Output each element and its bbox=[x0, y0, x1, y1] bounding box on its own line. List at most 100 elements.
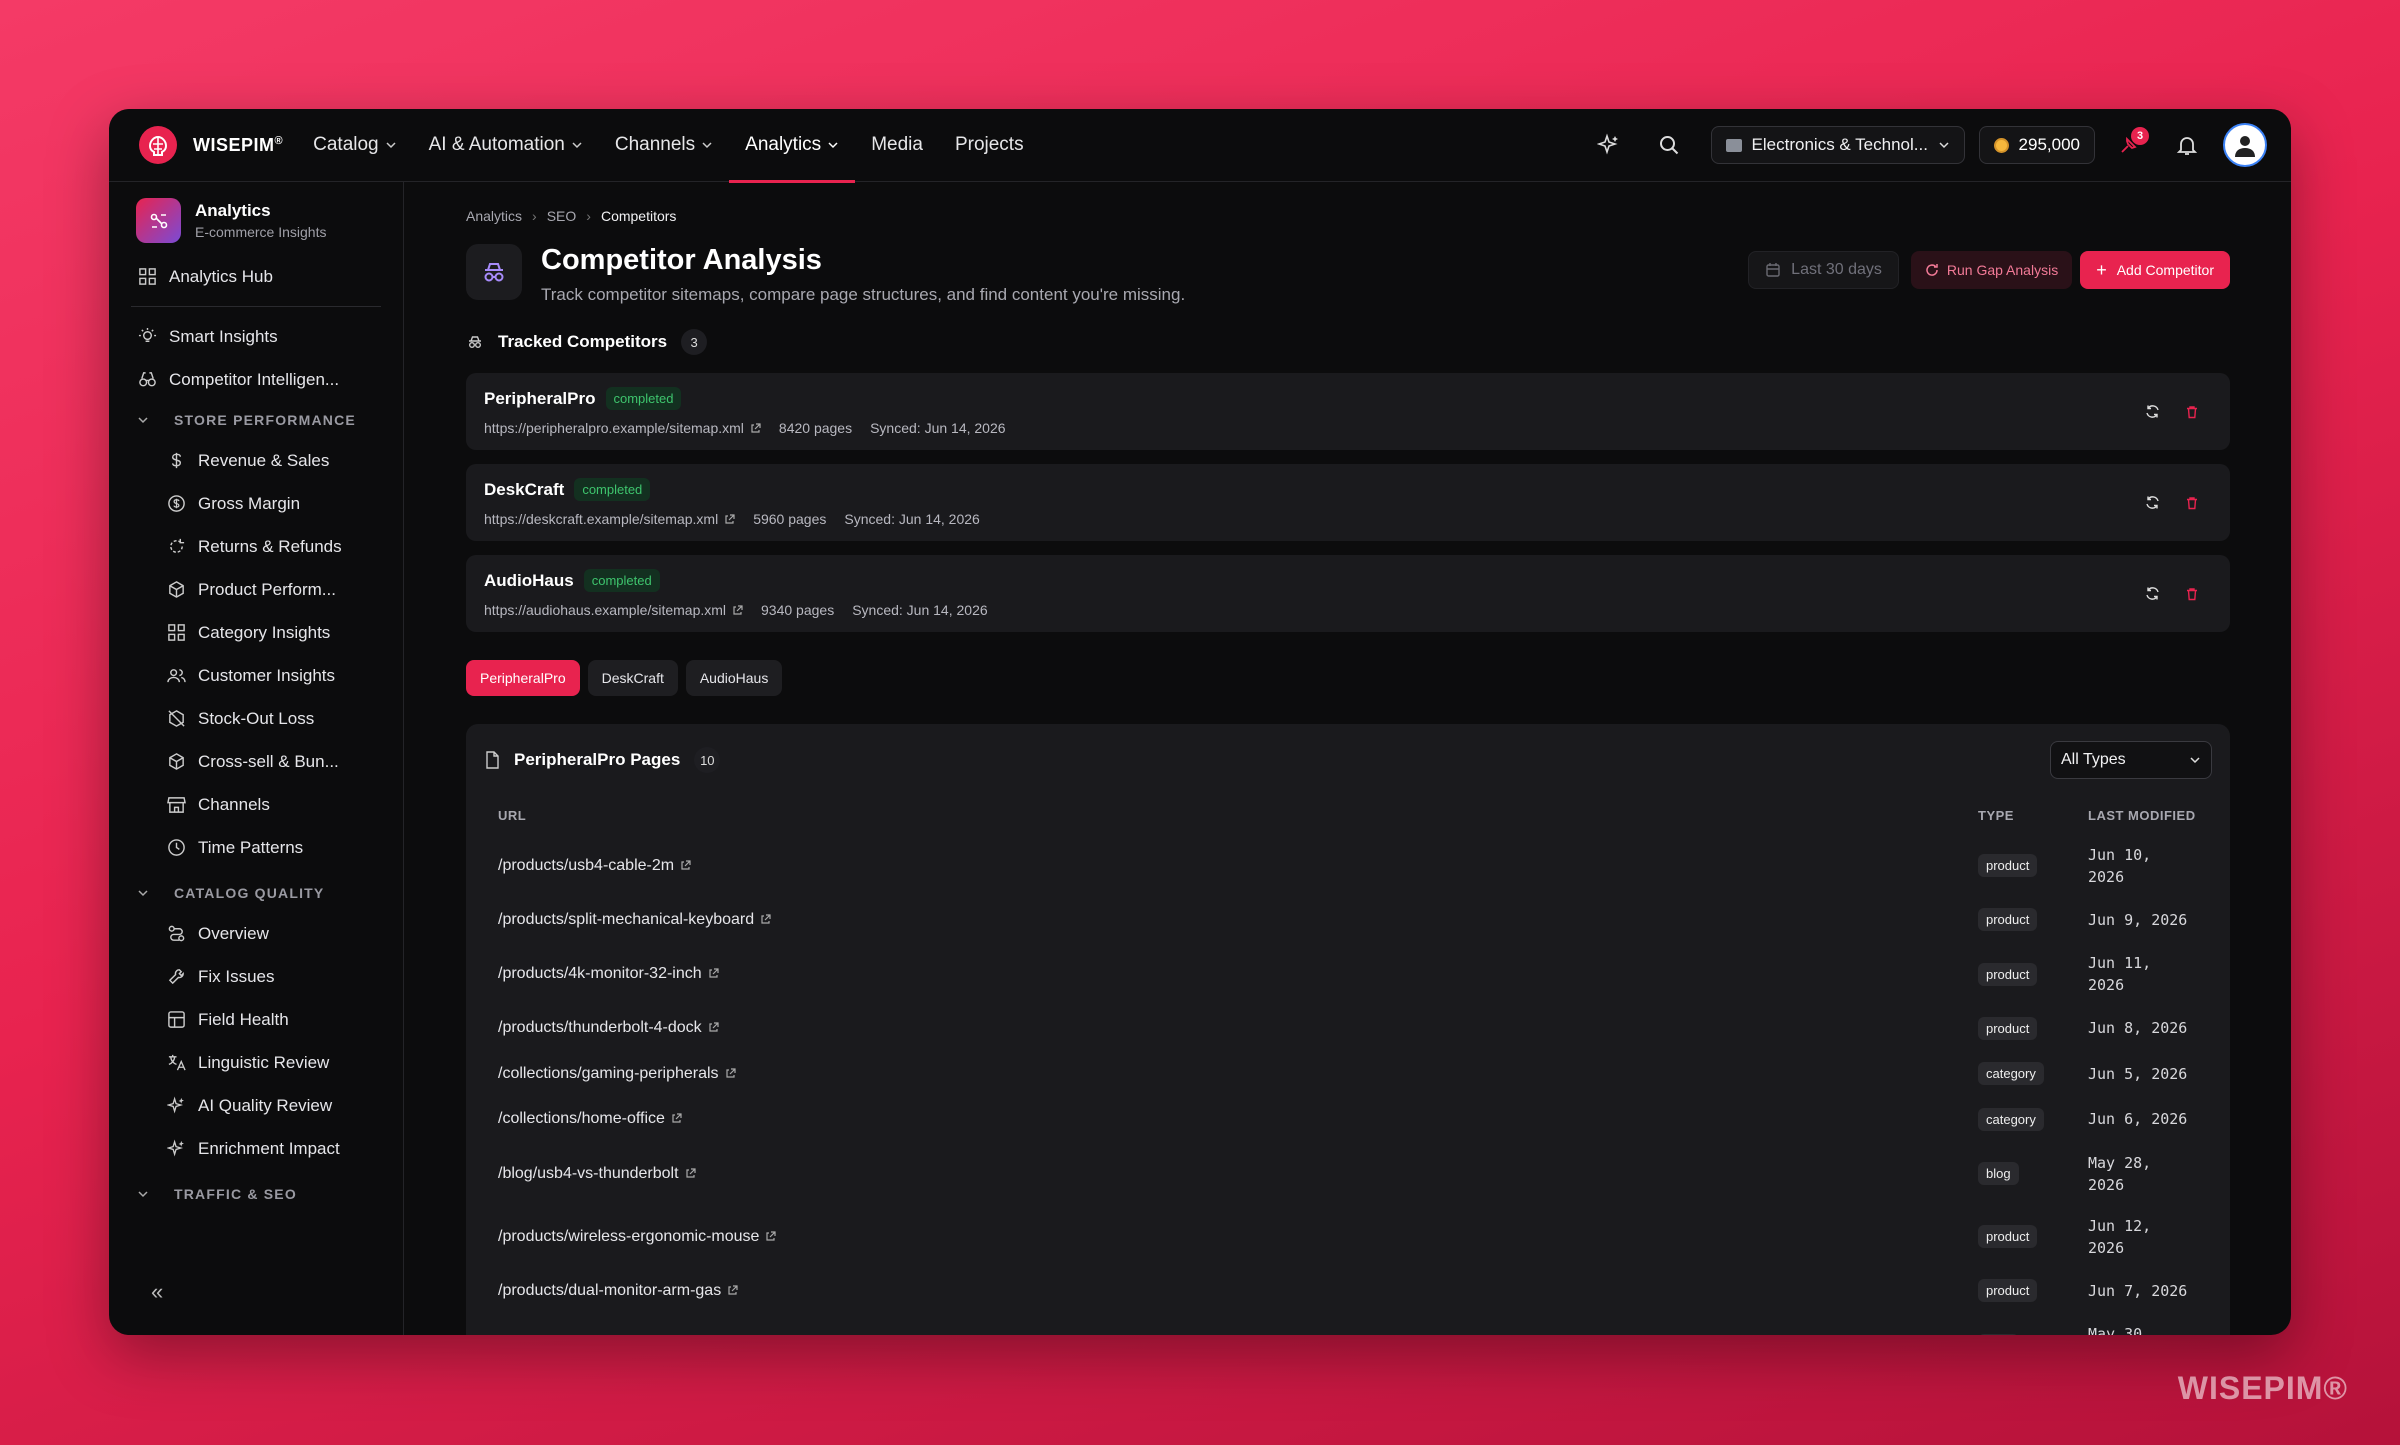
breadcrumb-analytics[interactable]: Analytics bbox=[466, 208, 522, 224]
sidebar-item-revenue-sales[interactable]: Revenue & Sales bbox=[109, 439, 403, 482]
delete-button[interactable] bbox=[2172, 392, 2212, 432]
column-header-url[interactable]: URL bbox=[466, 796, 1978, 834]
page-url[interactable]: /products/4k-monitor-32-inch bbox=[498, 965, 702, 982]
table-row[interactable]: /products/4k-monitor-32-inch product Jun 1… bbox=[466, 943, 2230, 1006]
page-url[interactable]: /products/dual-monitor-arm-gas bbox=[498, 1282, 721, 1299]
table-row[interactable]: /products/wireless-ergonomic-mouse produc… bbox=[466, 1205, 2230, 1268]
sitemap-url[interactable]: https://peripheralpro.example/sitemap.xm… bbox=[484, 420, 744, 436]
external-link-icon[interactable] bbox=[760, 914, 771, 925]
add-competitor-button[interactable]: + Add Competitor bbox=[2080, 251, 2230, 289]
external-link-icon[interactable] bbox=[725, 1068, 736, 1079]
table-row[interactable]: /products/thunderbolt-4-dock product Jun 8… bbox=[466, 1006, 2230, 1052]
sidebar-item-fix-issues[interactable]: Fix Issues bbox=[109, 955, 403, 998]
nav-channels[interactable]: Channels bbox=[599, 109, 729, 182]
type-badge: blog bbox=[1978, 1162, 2019, 1185]
ai-sparkle-button[interactable] bbox=[1589, 125, 1629, 165]
sidebar-section-store-performance[interactable]: STORE PERFORMANCE bbox=[109, 401, 403, 439]
nav-media[interactable]: Media bbox=[855, 109, 939, 182]
sidebar-item-product-performance[interactable]: Product Perform... bbox=[109, 568, 403, 611]
external-link-icon[interactable] bbox=[732, 604, 743, 616]
sidebar-subtitle: E-commerce Insights bbox=[195, 224, 327, 240]
table-row[interactable]: /products/usb4-cable-2m product Jun 10, 20… bbox=[466, 834, 2230, 897]
page-url[interactable]: /collections/home-office bbox=[498, 1110, 665, 1127]
sidebar-item-field-health[interactable]: Field Health bbox=[109, 998, 403, 1041]
sidebar-item-linguistic-review[interactable]: Linguistic Review bbox=[109, 1041, 403, 1084]
delete-button[interactable] bbox=[2172, 483, 2212, 523]
nav-catalog[interactable]: Catalog bbox=[297, 109, 413, 182]
resync-button[interactable] bbox=[2132, 574, 2172, 614]
table-row[interactable]: /blog/best-split-keyboards-2026blogMay 3… bbox=[466, 1314, 2230, 1335]
sidebar-item-customer-insights[interactable]: Customer Insights bbox=[109, 654, 403, 697]
sidebar-item-analytics-hub[interactable]: Analytics Hub bbox=[109, 255, 403, 298]
column-header-last-modified[interactable]: LAST MODIFIED bbox=[2088, 796, 2230, 834]
page-url[interactable]: /products/usb4-cable-2m bbox=[498, 857, 674, 874]
run-gap-analysis-button[interactable]: Run Gap Analysis bbox=[1910, 251, 2073, 289]
sidebar-item-ai-quality-review[interactable]: AI Quality Review bbox=[109, 1084, 403, 1127]
column-header-type[interactable]: TYPE bbox=[1978, 796, 2088, 834]
sidebar-item-returns-refunds[interactable]: Returns & Refunds bbox=[109, 525, 403, 568]
sidebar-item-time-patterns[interactable]: Time Patterns bbox=[109, 826, 403, 869]
external-link-icon[interactable] bbox=[685, 1167, 696, 1179]
date-range-button[interactable]: Last 30 days bbox=[1748, 251, 1899, 289]
tab-peripheralpro[interactable]: PeripheralPro bbox=[466, 660, 580, 696]
table-row[interactable]: /collections/home-office category Jun 6, 2… bbox=[466, 1097, 2230, 1143]
external-link-icon[interactable] bbox=[750, 422, 761, 434]
sidebar-item-competitor-intelligence[interactable]: Competitor Intelligen... bbox=[109, 358, 403, 401]
page-url[interactable]: /blog/usb4-vs-thunderbolt bbox=[498, 1165, 679, 1182]
activity-button[interactable]: 3 bbox=[2109, 125, 2149, 165]
table-row[interactable]: /collections/gaming-peripherals category J… bbox=[466, 1051, 2230, 1097]
resync-button[interactable] bbox=[2132, 392, 2172, 432]
sidebar-item-cross-sell-bundles[interactable]: Cross-sell & Bun... bbox=[109, 740, 403, 783]
tab-audiohaus[interactable]: AudioHaus bbox=[685, 660, 783, 696]
delete-button[interactable] bbox=[2172, 574, 2212, 614]
external-link-icon[interactable] bbox=[724, 513, 735, 525]
search-button[interactable] bbox=[1649, 125, 1689, 165]
external-link-icon[interactable] bbox=[765, 1230, 777, 1242]
nav-ai-automation[interactable]: AI & Automation bbox=[413, 109, 599, 182]
sidebar-item-stock-out-loss[interactable]: Stock-Out Loss bbox=[109, 697, 403, 740]
breadcrumb-seo[interactable]: SEO bbox=[547, 208, 577, 224]
external-link-icon[interactable] bbox=[708, 1022, 719, 1033]
main-nav: Catalog AI & Automation Channels Analyti… bbox=[297, 109, 1040, 183]
type-filter-select[interactable]: All Types bbox=[2050, 741, 2212, 779]
sitemap-url[interactable]: https://audiohaus.example/sitemap.xml bbox=[484, 602, 726, 618]
table-row[interactable]: /products/split-mechanical-keyboard produ… bbox=[466, 897, 2230, 943]
sidebar-item-enrichment-impact[interactable]: Enrichment Impact bbox=[109, 1127, 403, 1170]
store-selector[interactable]: Electronics & Technol... bbox=[1710, 126, 1965, 164]
page-url[interactable]: /products/split-mechanical-keyboard bbox=[498, 911, 754, 928]
type-badge: blog bbox=[1978, 1333, 2019, 1335]
external-link-icon[interactable] bbox=[727, 1285, 738, 1296]
page-url[interactable]: /products/thunderbolt-4-dock bbox=[498, 1019, 702, 1036]
brand-logo[interactable]: WISEPIM® bbox=[137, 124, 283, 166]
sitemap-url[interactable]: https://deskcraft.example/sitemap.xml bbox=[484, 511, 718, 527]
sidebar-item-overview[interactable]: Overview bbox=[109, 912, 403, 955]
synced-date: Synced: Jun 14, 2026 bbox=[844, 511, 980, 527]
tab-deskcraft[interactable]: DeskCraft bbox=[587, 660, 678, 696]
sidebar-section-traffic-seo[interactable]: TRAFFIC & SEO bbox=[109, 1175, 403, 1213]
competitor-tabs: PeripheralPro DeskCraft AudioHaus bbox=[466, 660, 2230, 696]
app-window: WISEPIM® Catalog AI & Automation Channel… bbox=[109, 109, 2291, 1335]
nav-analytics[interactable]: Analytics bbox=[729, 109, 856, 183]
collapse-sidebar-button[interactable]: « bbox=[151, 1279, 163, 1305]
sidebar-item-gross-margin[interactable]: Gross Margin bbox=[109, 482, 403, 525]
page-url[interactable]: /products/wireless-ergonomic-mouse bbox=[498, 1228, 759, 1245]
sidebar-item-channels[interactable]: Channels bbox=[109, 783, 403, 826]
sidebar-section-catalog-quality[interactable]: CATALOG QUALITY bbox=[109, 874, 403, 912]
nav-projects[interactable]: Projects bbox=[939, 109, 1040, 182]
credits-balance[interactable]: 295,000 bbox=[1978, 126, 2095, 164]
user-avatar[interactable] bbox=[2223, 123, 2267, 167]
notifications-button[interactable] bbox=[2167, 125, 2207, 165]
table-row[interactable]: /products/dual-monitor-arm-gas product Jun… bbox=[466, 1268, 2230, 1314]
last-modified-date: Jun 9, 2026 bbox=[2088, 910, 2188, 929]
sidebar-item-category-insights[interactable]: Category Insights bbox=[109, 611, 403, 654]
table-row[interactable]: /blog/usb4-vs-thunderbolt blog May 28, 202… bbox=[466, 1142, 2230, 1205]
breadcrumb-competitors: Competitors bbox=[600, 208, 677, 224]
external-link-icon[interactable] bbox=[680, 859, 691, 871]
external-link-icon[interactable] bbox=[671, 1113, 682, 1124]
page-url[interactable]: /collections/gaming-peripherals bbox=[498, 1065, 719, 1082]
external-link-icon[interactable] bbox=[708, 968, 719, 979]
resync-button[interactable] bbox=[2132, 483, 2172, 523]
chevron-down-icon bbox=[2190, 757, 2200, 764]
sidebar-divider bbox=[131, 306, 381, 307]
sidebar-item-smart-insights[interactable]: Smart Insights bbox=[109, 315, 403, 358]
